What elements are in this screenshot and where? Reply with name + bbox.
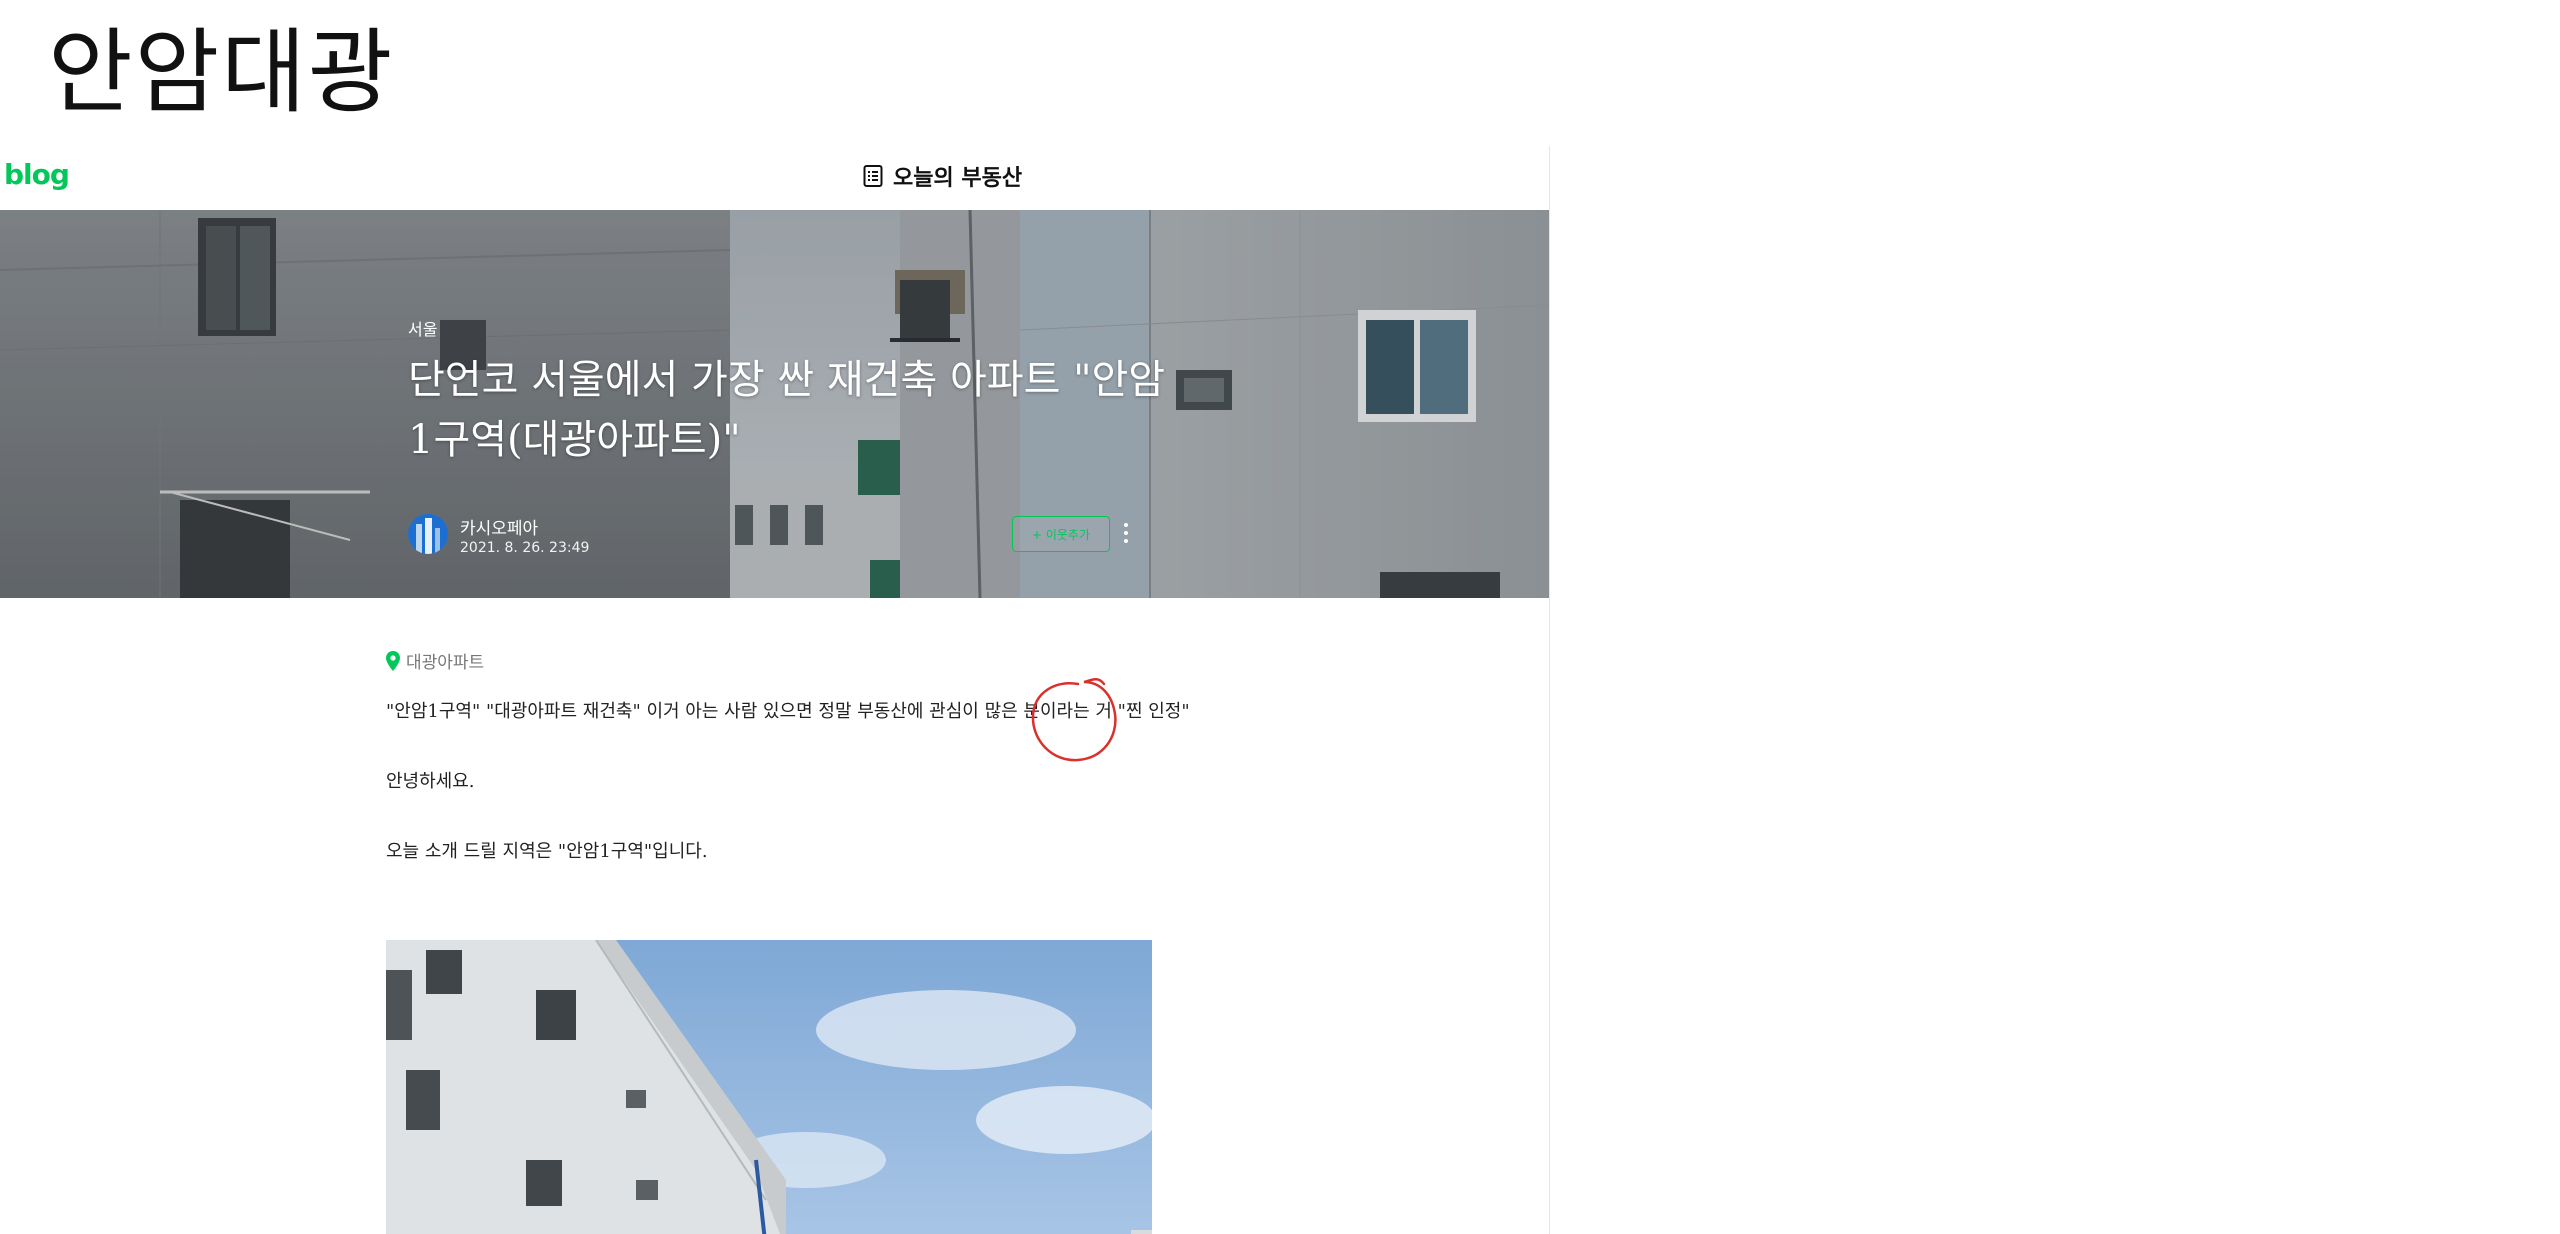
blog-name-link[interactable]: 오늘의 부동산 bbox=[863, 160, 1022, 192]
post-photo[interactable] bbox=[386, 940, 1152, 1234]
page-heading: 안암대광 bbox=[48, 19, 395, 126]
place-name: 대광아파트 bbox=[406, 653, 485, 673]
blog-header: blog 오늘의 부동산 bbox=[0, 146, 1549, 210]
paragraph-greeting: 안녕하세요. bbox=[386, 771, 475, 792]
author-avatar[interactable] bbox=[408, 514, 448, 554]
post-body: 대광아파트 "안암1구역" "대광아파트 재건축" 이거 아는 사람 있으면 정… bbox=[386, 648, 1190, 1234]
blog-logo[interactable]: blog bbox=[4, 158, 70, 191]
post-list-icon bbox=[863, 164, 883, 188]
red-circle-annotation bbox=[1031, 678, 1117, 762]
place-tag[interactable]: 대광아파트 bbox=[386, 648, 1156, 673]
author-name[interactable]: 카시오페아 bbox=[460, 514, 538, 539]
paragraph-topic: 오늘 소개 드릴 지역은 "안암1구역"입니다. bbox=[386, 841, 708, 862]
blog-name: 오늘의 부동산 bbox=[893, 166, 1023, 191]
post-date: 2021. 8. 26. 23:49 bbox=[460, 540, 590, 556]
post-cover: 서울 단언코 서울에서 가장 싼 재건축 아파트 "안암1구역(대광아파트)" … bbox=[0, 210, 1549, 598]
blog-frame: blog 오늘의 부동산 서울 단언코 서울에서 가장 싼 재건축 아파트 "안… bbox=[0, 146, 1550, 1234]
location-pin-icon bbox=[386, 650, 400, 671]
post-title: 단언코 서울에서 가장 싼 재건축 아파트 "안암1구역(대광아파트)" bbox=[408, 357, 1166, 463]
more-options-icon[interactable] bbox=[1118, 516, 1134, 550]
post-category[interactable]: 서울 bbox=[408, 316, 437, 340]
add-neighbor-button[interactable]: + 이웃추가 bbox=[1012, 516, 1110, 552]
